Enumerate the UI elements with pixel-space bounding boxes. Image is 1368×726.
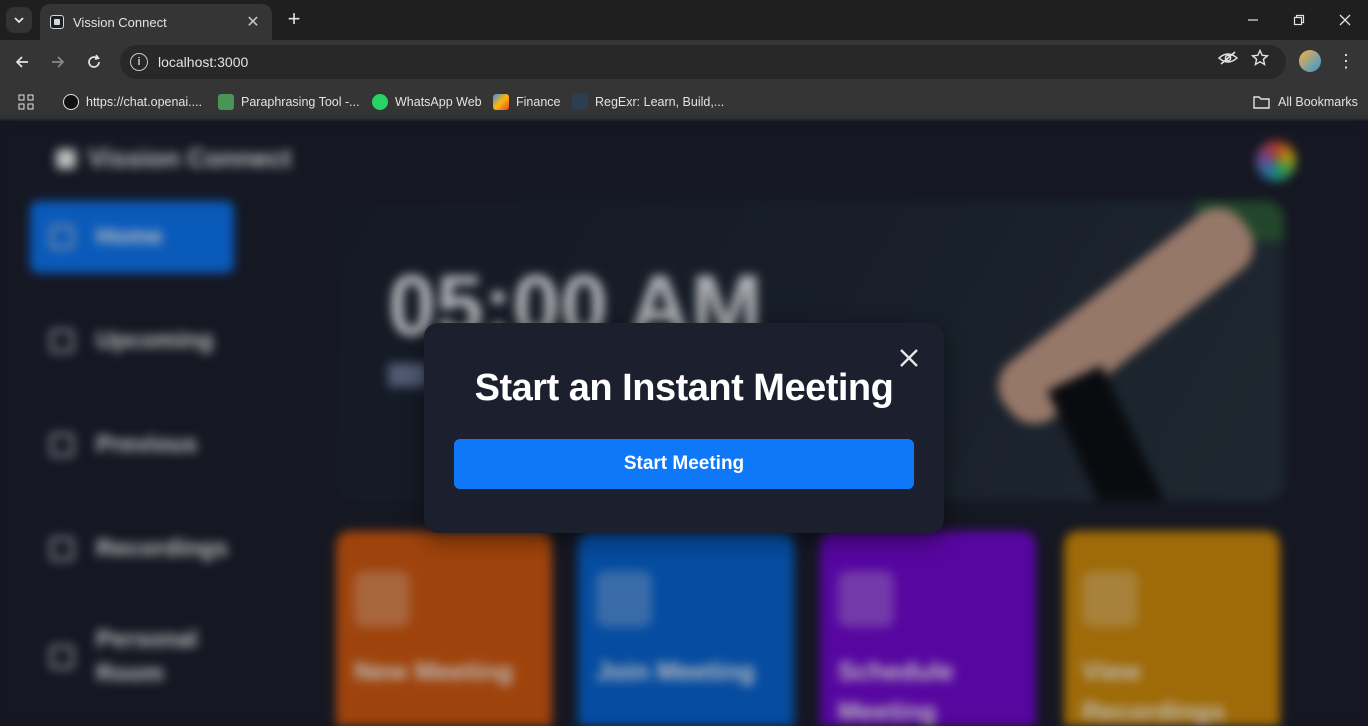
restore-icon xyxy=(1293,14,1305,26)
site-info-icon[interactable]: i xyxy=(130,53,148,71)
bookmark-label: https://chat.openai.... xyxy=(86,95,203,109)
folder-icon xyxy=(1253,96,1270,109)
forward-button[interactable] xyxy=(44,48,72,76)
bookmark-item-chatgpt[interactable]: https://chat.openai.... xyxy=(63,91,202,113)
bookmark-item-whatsapp[interactable]: WhatsApp Web xyxy=(372,91,482,113)
profile-avatar[interactable] xyxy=(1299,50,1321,72)
all-bookmarks-label: All Bookmarks xyxy=(1278,95,1358,109)
modal-close-button[interactable] xyxy=(898,347,920,369)
tracking-protection-button[interactable] xyxy=(1218,48,1238,68)
browser-tab-strip: Vission Connect ✕ + xyxy=(0,0,1368,40)
url-text: localhost:3000 xyxy=(158,54,249,70)
browser-tab-active[interactable]: Vission Connect ✕ xyxy=(40,4,272,40)
bookmark-label: RegExr: Learn, Build,... xyxy=(595,95,725,109)
finance-icon xyxy=(493,94,509,110)
close-icon xyxy=(1339,14,1351,26)
reload-icon xyxy=(88,54,100,68)
tab-search-button[interactable] xyxy=(6,7,32,33)
start-meeting-button[interactable]: Start Meeting xyxy=(454,439,914,489)
new-tab-button[interactable]: + xyxy=(282,8,306,32)
tab-close-button[interactable]: ✕ xyxy=(244,12,262,32)
bookmark-label: Paraphrasing Tool -... xyxy=(241,95,360,109)
bookmark-star-button[interactable] xyxy=(1250,48,1270,68)
all-bookmarks-button[interactable]: All Bookmarks xyxy=(1253,91,1358,113)
regexr-icon xyxy=(572,94,588,110)
close-icon xyxy=(900,349,918,367)
arrow-right-icon xyxy=(52,56,65,68)
modal-title: Start an Instant Meeting xyxy=(474,367,894,409)
bookmark-item-finance[interactable]: Finance xyxy=(493,91,560,113)
bookmark-item-paraphrasing[interactable]: Paraphrasing Tool -... xyxy=(218,91,360,113)
minimize-icon xyxy=(1248,19,1258,21)
star-icon xyxy=(1251,49,1269,66)
apps-grid-icon xyxy=(18,94,34,110)
browser-menu-button[interactable]: ⋮ xyxy=(1334,50,1358,74)
window-close-button[interactable] xyxy=(1322,0,1368,40)
bookmark-label: WhatsApp Web xyxy=(395,95,482,109)
tab-title: Vission Connect xyxy=(73,14,167,30)
eye-off-icon xyxy=(1218,51,1238,65)
address-bar[interactable]: i localhost:3000 xyxy=(120,45,1286,79)
reload-button[interactable] xyxy=(80,48,108,76)
back-button[interactable] xyxy=(8,48,36,76)
quillbot-icon xyxy=(218,94,234,110)
arrow-left-icon xyxy=(15,56,28,68)
whatsapp-icon xyxy=(372,94,388,110)
apps-button[interactable] xyxy=(18,91,34,113)
browser-toolbar: i localhost:3000 ⋮ xyxy=(0,40,1368,84)
instant-meeting-modal: Start an Instant Meeting Start Meeting xyxy=(424,323,944,533)
minimize-button[interactable] xyxy=(1230,0,1276,40)
chevron-down-icon xyxy=(14,17,24,24)
bookmark-item-regexr[interactable]: RegExr: Learn, Build,... xyxy=(572,91,724,113)
bookmarks-bar: https://chat.openai.... Paraphrasing Too… xyxy=(0,84,1368,120)
openai-icon xyxy=(63,94,79,110)
restore-button[interactable] xyxy=(1276,0,1322,40)
bookmark-label: Finance xyxy=(516,95,561,109)
vission-connect-favicon-icon xyxy=(50,15,64,29)
